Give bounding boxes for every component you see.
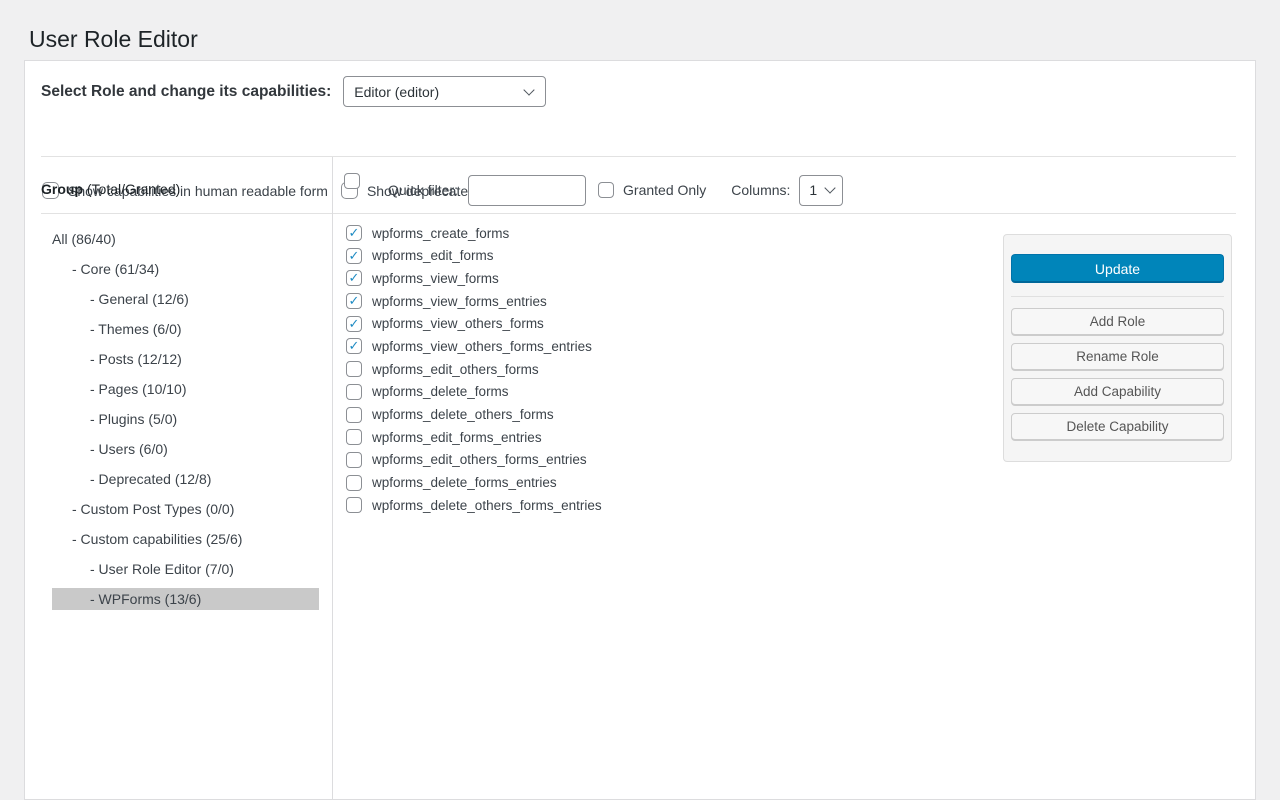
group-tree-item[interactable]: All (86/40) [52,228,319,250]
group-tree-item[interactable]: - Core (61/34) [52,258,319,280]
divider [41,156,1236,157]
granted-only-checkbox[interactable] [598,182,614,198]
capability-row: ✓ wpforms_view_others_forms [346,316,602,332]
capability-label: wpforms_delete_others_forms_entries [372,498,602,513]
capability-label: wpforms_view_forms [372,271,499,286]
capability-label: wpforms_edit_forms_entries [372,430,542,445]
group-tree-item[interactable]: - User Role Editor (7/0) [52,558,319,580]
group-label-suffix: (Total/Granted) [83,181,180,197]
group-tree-item[interactable]: - Themes (6/0) [52,318,319,340]
rename-role-button[interactable]: Rename Role [1011,343,1224,370]
group-tree-item[interactable]: - WPForms (13/6) [52,588,319,610]
capability-row: ✓ wpforms_view_forms [346,270,602,286]
capability-label: wpforms_delete_forms [372,384,509,399]
capability-checkbox[interactable] [346,407,362,423]
group-label-bold: Group [41,181,83,197]
role-select-value: Editor (editor) [354,84,439,100]
group-tree-item[interactable]: - Custom capabilities (25/6) [52,528,319,550]
capability-row: wpforms_edit_others_forms [346,361,602,377]
divider [1011,296,1224,297]
page-title: User Role Editor [29,25,198,54]
group-tree-item[interactable]: - Users (6/0) [52,438,319,460]
user-role-editor-panel: Select Role and change its capabilities:… [24,60,1256,800]
capability-checkbox[interactable] [346,452,362,468]
chevron-down-icon [825,182,836,193]
granted-only-label: Granted Only [623,182,706,198]
role-selector-label: Select Role and change its capabilities: [41,83,331,101]
capability-row: wpforms_edit_others_forms_entries [346,452,602,468]
capability-row: wpforms_delete_forms_entries [346,475,602,491]
capability-label: wpforms_view_others_forms_entries [372,339,592,354]
capability-row: ✓ wpforms_view_forms_entries [346,293,602,309]
capability-checkbox[interactable] [346,361,362,377]
capabilities-list: ✓ wpforms_create_forms ✓ wpforms_edit_forms… [346,225,602,520]
capability-label: wpforms_edit_forms [372,248,494,263]
group-tree-item[interactable]: - Deprecated (12/8) [52,468,319,490]
quick-filter-input[interactable] [468,175,586,206]
quick-filter-label: Quick filter: [388,182,458,198]
capability-row: wpforms_delete_others_forms [346,407,602,423]
capability-checkbox[interactable] [346,429,362,445]
group-tree-item[interactable]: - Custom Post Types (0/0) [52,498,319,520]
capability-label: wpforms_edit_others_forms_entries [372,452,587,467]
delete-capability-button[interactable]: Delete Capability [1011,413,1224,440]
group-tree-item[interactable]: - Posts (12/12) [52,348,319,370]
columns-label: Columns: [731,182,790,198]
groups-tree: All (86/40) - Core (61/34) - General (12/6… [41,228,331,618]
divider [41,213,1236,214]
capability-checkbox[interactable]: ✓ [346,338,362,354]
capability-label: wpforms_edit_others_forms [372,362,539,377]
group-tree-item[interactable]: - General (12/6) [52,288,319,310]
capability-label: wpforms_view_others_forms [372,316,544,331]
capability-row: ✓ wpforms_view_others_forms_entries [346,338,602,354]
filter-toolbar: Quick filter: Granted Only Columns: 1 [344,170,843,210]
group-column-header: Group (Total/Granted) [41,181,180,197]
group-tree-item[interactable]: - Pages (10/10) [52,378,319,400]
page: User Role Editor Select Role and change … [0,0,1280,766]
capability-row: ✓ wpforms_create_forms [346,225,602,241]
capability-checkbox[interactable] [346,497,362,513]
capability-label: wpforms_create_forms [372,226,509,241]
capability-checkbox[interactable]: ✓ [346,225,362,241]
add-role-button[interactable]: Add Role [1011,308,1224,335]
group-tree-item[interactable]: - Plugins (5/0) [52,408,319,430]
capability-checkbox[interactable]: ✓ [346,293,362,309]
capability-row: wpforms_delete_forms [346,384,602,400]
capability-checkbox[interactable] [346,384,362,400]
capability-row: ✓ wpforms_edit_forms [346,248,602,264]
capability-label: wpforms_view_forms_entries [372,294,547,309]
capability-row: wpforms_edit_forms_entries [346,429,602,445]
select-all-checkbox[interactable] [344,173,360,189]
capability-checkbox[interactable]: ✓ [346,316,362,332]
update-button[interactable]: Update [1011,254,1224,283]
capability-checkbox[interactable]: ✓ [346,248,362,264]
capability-checkbox[interactable]: ✓ [346,270,362,286]
add-capability-button[interactable]: Add Capability [1011,378,1224,405]
column-divider [332,157,333,799]
actions-panel: Update Add Role Rename Role Add Capabili… [1003,234,1232,462]
columns-select[interactable]: 1 [799,175,843,206]
chevron-down-icon [524,84,535,95]
role-selector-row: Select Role and change its capabilities:… [41,76,546,107]
capability-checkbox[interactable] [346,475,362,491]
columns-select-value: 1 [809,182,817,198]
role-select[interactable]: Editor (editor) [343,76,546,107]
capability-label: wpforms_delete_others_forms [372,407,554,422]
capability-row: wpforms_delete_others_forms_entries [346,497,602,513]
capability-label: wpforms_delete_forms_entries [372,475,557,490]
